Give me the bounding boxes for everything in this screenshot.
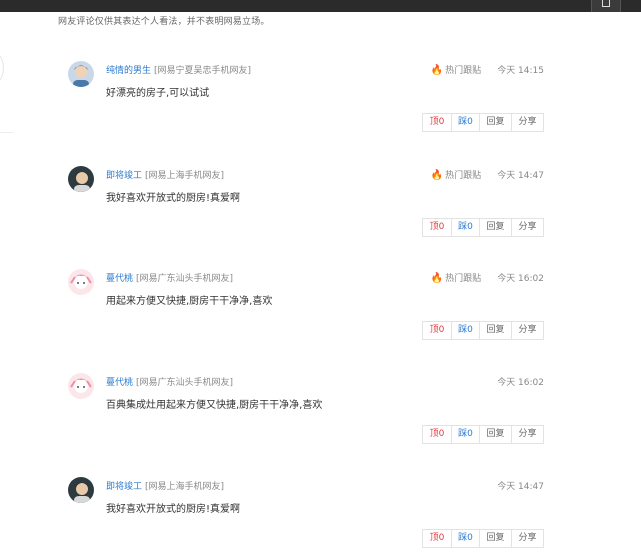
comment-time: 今天 14:47 <box>497 482 544 492</box>
comment-text: 我好喜欢开放式的厨房!真爱啊 <box>106 193 241 204</box>
reply-button[interactable]: 回复 <box>479 530 511 547</box>
user-location: [网易宁夏吴忠手机网友] <box>154 66 252 76</box>
reply-button[interactable]: 回复 <box>479 114 511 131</box>
side-divider <box>0 132 14 133</box>
reply-button[interactable]: 回复 <box>479 219 511 236</box>
share-button[interactable]: 分享 <box>511 219 543 236</box>
dark-avatar-icon[interactable] <box>68 166 94 192</box>
username-link[interactable]: 即将竣工 <box>106 171 142 181</box>
user-location: [网易上海手机网友] <box>145 482 225 492</box>
user-location: [网易广东汕头手机网友] <box>136 274 234 284</box>
upvote-button[interactable]: 顶0 <box>423 114 451 131</box>
boy-avatar-icon[interactable] <box>68 61 94 87</box>
comment-text: 用起来方便又快捷,厨房干干净净,喜欢 <box>106 296 273 307</box>
comment-user-line: 蔓代桃 [网易广东汕头手机网友] <box>106 375 233 388</box>
share-button[interactable]: 分享 <box>511 322 543 339</box>
comment-text: 百典集成灶用起来方便又快捷,厨房干干净净,喜欢 <box>106 400 323 411</box>
comment-item: 即将竣工 [网易上海手机网友] 今天 14:47 我好喜欢开放式的厨房!真爱啊 顶… <box>68 477 544 557</box>
upvote-button[interactable]: 顶0 <box>423 219 451 236</box>
hot-badge: 热门跟贴 <box>445 66 482 76</box>
dark-avatar-icon[interactable] <box>68 477 94 503</box>
downvote-button[interactable]: 踩0 <box>451 426 479 443</box>
comment-meta: 🔥 热门跟贴 今天 16:02 <box>431 271 544 284</box>
user-location: [网易上海手机网友] <box>145 171 225 181</box>
hot-badge: 热门跟贴 <box>445 274 482 284</box>
upvote-button[interactable]: 顶0 <box>423 426 451 443</box>
comment-item: 纯情的男生 [网易宁夏吴忠手机网友] 🔥 热门跟贴 今天 14:15 好漂亮的房子,可… <box>68 61 544 141</box>
pink-cartoon-avatar-icon[interactable] <box>68 269 94 295</box>
comment-item: 即将竣工 [网易上海手机网友] 🔥 热门跟贴 今天 14:47 我好喜欢开放式的厨房!… <box>68 166 544 246</box>
username-link[interactable]: 蔓代桃 <box>106 274 133 284</box>
upvote-button[interactable]: 顶0 <box>423 530 451 547</box>
comment-actions: 顶0 踩0 回复 分享 <box>422 529 544 548</box>
comment-actions: 顶0 踩0 回复 分享 <box>422 425 544 444</box>
downvote-button[interactable]: 踩0 <box>451 322 479 339</box>
comment-user-line: 即将竣工 [网易上海手机网友] <box>106 479 224 492</box>
comment-user-line: 蔓代桃 [网易广东汕头手机网友] <box>106 271 233 284</box>
phone-icon <box>602 0 610 7</box>
topbar-menu-button[interactable] <box>591 0 621 12</box>
comment-actions: 顶0 踩0 回复 分享 <box>422 113 544 132</box>
fire-icon: 🔥 <box>430 170 444 181</box>
user-location: [网易广东汕头手机网友] <box>136 378 234 388</box>
comment-user-line: 即将竣工 [网易上海手机网友] <box>106 168 224 181</box>
hot-badge: 热门跟贴 <box>445 171 482 181</box>
comment-time: 今天 14:47 <box>497 171 544 181</box>
comment-text: 我好喜欢开放式的厨房!真爱啊 <box>106 504 241 515</box>
share-button[interactable]: 分享 <box>511 114 543 131</box>
comment-time: 今天 16:02 <box>497 274 544 284</box>
downvote-button[interactable]: 踩0 <box>451 114 479 131</box>
comment-user-line: 纯情的男生 [网易宁夏吴忠手机网友] <box>106 63 251 76</box>
top-bar <box>0 0 641 12</box>
comment-meta: 🔥 热门跟贴 今天 14:15 <box>431 63 544 76</box>
pink-cartoon-avatar-icon[interactable] <box>68 373 94 399</box>
comment-item: 蔓代桃 [网易广东汕头手机网友] 🔥 热门跟贴 今天 16:02 用起来方便又快捷,厨… <box>68 269 544 349</box>
username-link[interactable]: 蔓代桃 <box>106 378 133 388</box>
downvote-button[interactable]: 踩0 <box>451 530 479 547</box>
comment-meta: 今天 14:47 <box>497 479 544 492</box>
side-widget-edge <box>0 50 4 86</box>
username-link[interactable]: 纯情的男生 <box>106 66 151 76</box>
reply-button[interactable]: 回复 <box>479 322 511 339</box>
comment-time: 今天 16:02 <box>497 378 544 388</box>
fire-icon: 🔥 <box>430 273 444 284</box>
comment-actions: 顶0 踩0 回复 分享 <box>422 321 544 340</box>
username-link[interactable]: 即将竣工 <box>106 482 142 492</box>
comment-meta: 🔥 热门跟贴 今天 14:47 <box>431 168 544 181</box>
comment-time: 今天 14:15 <box>497 66 544 76</box>
disclaimer-text: 网友评论仅供其表达个人看法，并不表明网易立场。 <box>58 17 270 27</box>
share-button[interactable]: 分享 <box>511 426 543 443</box>
share-button[interactable]: 分享 <box>511 530 543 547</box>
downvote-button[interactable]: 踩0 <box>451 219 479 236</box>
comment-meta: 今天 16:02 <box>497 375 544 388</box>
comment-actions: 顶0 踩0 回复 分享 <box>422 218 544 237</box>
upvote-button[interactable]: 顶0 <box>423 322 451 339</box>
fire-icon: 🔥 <box>430 65 444 76</box>
reply-button[interactable]: 回复 <box>479 426 511 443</box>
comment-text: 好漂亮的房子,可以试试 <box>106 88 210 99</box>
comment-item: 蔓代桃 [网易广东汕头手机网友] 今天 16:02 百典集成灶用起来方便又快捷,厨… <box>68 373 544 453</box>
